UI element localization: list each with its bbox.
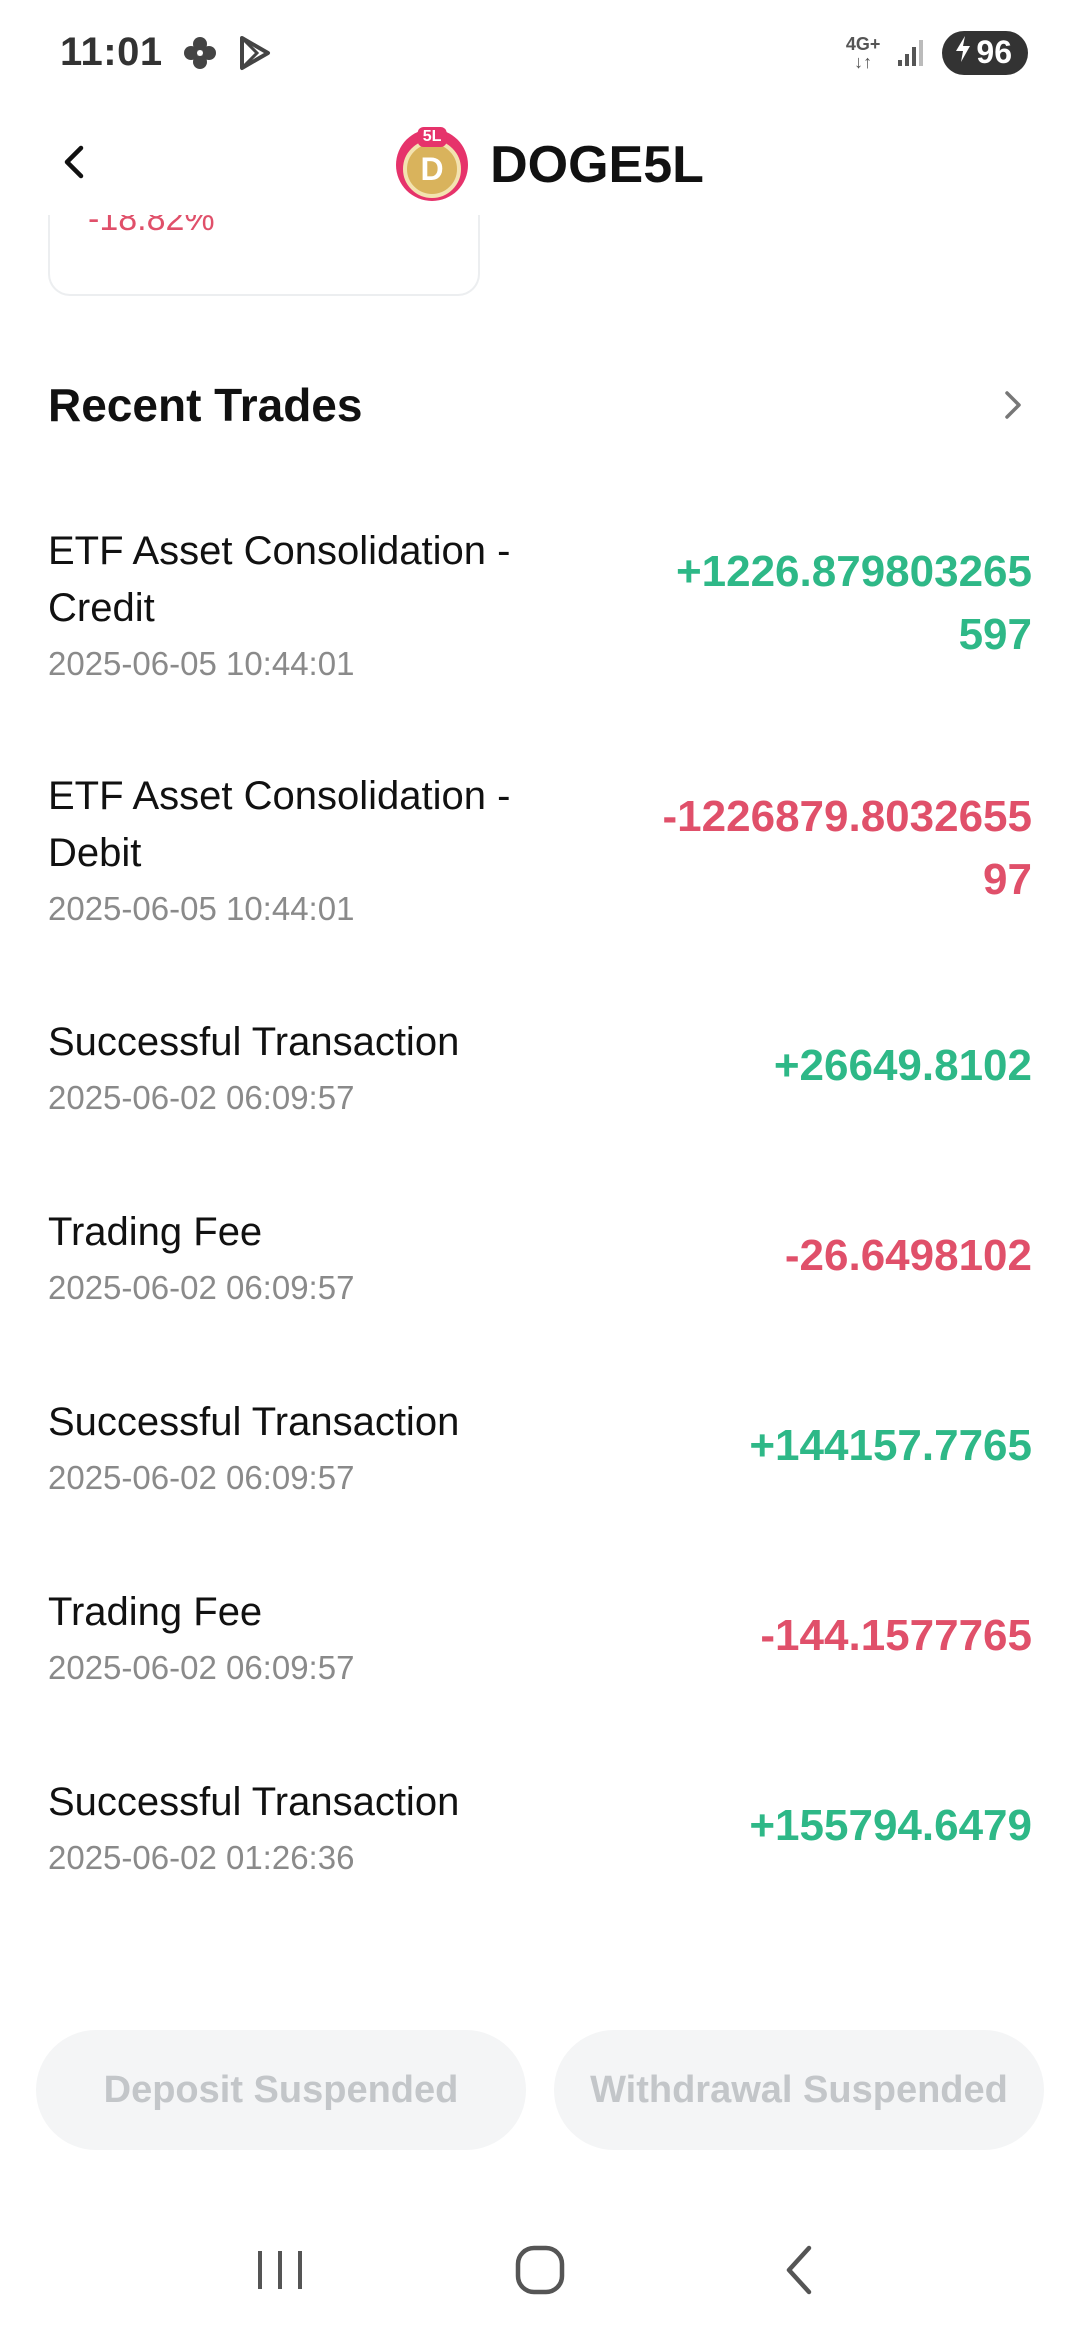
status-right: 4G+ ↓↑ 96	[846, 30, 1028, 75]
trade-amount: -26.6498102	[784, 1230, 1032, 1280]
section-title: Recent Trades	[48, 379, 363, 431]
trade-title: ETF Asset Consolidation - Debit	[48, 773, 511, 875]
trade-info: Trading Fee 2025-06-02 06:09:57	[48, 1584, 608, 1687]
trade-amount: +26649.8102	[773, 1040, 1032, 1090]
deposit-button[interactable]: Deposit Suspended	[36, 2030, 526, 2150]
signal-icon	[896, 38, 926, 68]
trade-row[interactable]: Successful Transaction 2025-06-02 06:09:5…	[0, 970, 1080, 1160]
trade-list: ETF Asset Consolidation - Credit 2025-06-…	[0, 480, 1080, 1980]
trade-row[interactable]: Trading Fee-155.7946479	[0, 1920, 1080, 1980]
trade-title: Trading Fee	[48, 1209, 263, 1254]
trade-title: Successful Transaction	[48, 1779, 460, 1824]
trade-time: 2025-06-02 06:09:57	[48, 1458, 355, 1496]
trade-row[interactable]: Successful Transaction 2025-06-02 06:09:5…	[0, 1350, 1080, 1540]
leverage-badge: 5L	[417, 127, 447, 147]
system-nav-bar	[0, 2220, 1080, 2320]
trade-time: 2025-06-05 10:44:01	[48, 644, 355, 682]
trade-time: 2025-06-02 06:09:57	[48, 1648, 355, 1686]
status-bar: 11:01 4G+ ↓↑ 96	[0, 0, 1080, 105]
coin-face: D	[403, 140, 462, 198]
trade-title: Successful Transaction	[48, 1019, 460, 1064]
nav-back-icon	[786, 2245, 812, 2295]
trade-info: ETF Asset Consolidation - Debit 2025-06-0…	[48, 768, 608, 928]
title-group: 5L D DOGE5L	[396, 127, 704, 201]
trade-amount: +155794.6479	[749, 1800, 1032, 1850]
trade-row[interactable]: Trading Fee 2025-06-02 06:09:57 -144.15777…	[0, 1540, 1080, 1730]
pinwheel-icon	[181, 34, 219, 72]
status-left: 11:01	[60, 30, 273, 75]
trade-row[interactable]: Successful Transaction 2025-06-02 01:26:3…	[0, 1730, 1080, 1920]
trade-amount: +144157.7765	[749, 1420, 1032, 1470]
trade-info: ETF Asset Consolidation - Credit 2025-06-…	[48, 523, 608, 683]
nav-back-button[interactable]	[755, 2225, 845, 2315]
play-store-icon	[237, 34, 273, 72]
trade-amount: -144.1577765	[760, 1610, 1032, 1660]
home-button[interactable]	[495, 2225, 585, 2315]
trade-info: Successful Transaction 2025-06-02 06:09:5…	[48, 1394, 608, 1497]
battery-indicator: 96	[942, 30, 1028, 75]
trade-amount: -1226879.803265597	[662, 791, 1032, 904]
network-indicator: 4G+ ↓↑	[846, 35, 881, 71]
trade-info: Trading Fee 2025-06-02 06:09:57	[48, 1204, 608, 1307]
page-header: 5L D DOGE5L	[0, 105, 1080, 225]
status-time: 11:01	[60, 30, 163, 74]
recent-trades-header[interactable]: Recent Trades	[48, 370, 1038, 440]
trade-row[interactable]: Trading Fee 2025-06-02 06:09:57 -26.649810…	[0, 1160, 1080, 1350]
trade-time: 2025-06-02 01:26:36	[48, 1838, 355, 1876]
coin-glyph: D	[420, 150, 444, 187]
back-button[interactable]	[40, 127, 110, 197]
withdrawal-button[interactable]: Withdrawal Suspended	[554, 2030, 1044, 2150]
trade-row[interactable]: ETF Asset Consolidation - Debit 2025-06-0…	[0, 725, 1080, 970]
chevron-right-icon[interactable]	[988, 380, 1038, 430]
doge-coin-icon: 5L D	[396, 127, 469, 201]
battery-level: 96	[976, 34, 1012, 70]
battery-charging-icon	[954, 34, 972, 71]
trade-time: 2025-06-05 10:44:01	[48, 889, 355, 927]
page-title: DOGE5L	[490, 136, 704, 194]
trade-row[interactable]: ETF Asset Consolidation - Credit 2025-06-…	[0, 480, 1080, 725]
trade-title: ETF Asset Consolidation - Credit	[48, 528, 511, 630]
home-icon	[515, 2245, 565, 2295]
trade-title: Successful Transaction	[48, 1399, 460, 1444]
data-arrows-icon: ↓↑	[854, 51, 873, 72]
screen: 11:01 4G+ ↓↑ 96 -18.82% 5L D DOGE5L Rece…	[0, 0, 1080, 2340]
recent-apps-button[interactable]	[235, 2225, 325, 2315]
trade-info: Successful Transaction 2025-06-02 06:09:5…	[48, 1014, 608, 1117]
recent-apps-icon	[258, 2251, 302, 2289]
trade-amount: +1226.879803265597	[675, 546, 1032, 659]
trade-time: 2025-06-02 06:09:57	[48, 1268, 355, 1306]
trade-info: Successful Transaction 2025-06-02 01:26:3…	[48, 1774, 608, 1877]
bottom-actions: Deposit Suspended Withdrawal Suspended	[36, 2030, 1044, 2150]
trade-time: 2025-06-02 06:09:57	[48, 1078, 355, 1116]
chevron-left-icon	[64, 145, 84, 179]
trade-title: Trading Fee	[48, 1589, 263, 1634]
network-label: 4G+	[845, 33, 881, 54]
